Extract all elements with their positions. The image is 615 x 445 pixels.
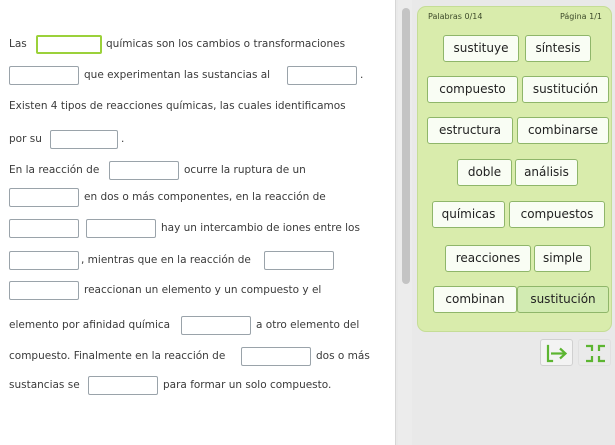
- sentence-text: .: [121, 133, 125, 145]
- blank-13[interactable]: [241, 347, 311, 366]
- fullscreen-button[interactable]: [578, 339, 611, 366]
- sentence-text: elemento por afinidad química: [9, 319, 171, 331]
- word-chip[interactable]: sustitución: [517, 286, 609, 313]
- arrow-right-icon: [546, 344, 568, 363]
- word-chip[interactable]: combinarse: [517, 117, 609, 144]
- sentence-text: por su: [9, 133, 42, 145]
- blank-11[interactable]: [9, 281, 79, 300]
- word-chip[interactable]: compuestos: [509, 201, 605, 228]
- blank-7[interactable]: [9, 219, 79, 238]
- blank-14[interactable]: [88, 376, 158, 395]
- sentence-text: compuesto. Finalmente en la reacción de: [9, 350, 226, 362]
- blank-4[interactable]: [50, 130, 118, 149]
- sentence-text: sustancias se: [9, 379, 80, 391]
- blank-6[interactable]: [9, 188, 79, 207]
- blank-12[interactable]: [181, 316, 251, 335]
- sentence-text: a otro elemento del: [256, 319, 360, 331]
- sentence-text: reaccionan un elemento y un compuesto y …: [84, 284, 322, 296]
- word-chip[interactable]: sustituye: [443, 35, 519, 62]
- word-chip[interactable]: estructura: [427, 117, 513, 144]
- blank-3[interactable]: [287, 66, 357, 85]
- blank-10[interactable]: [264, 251, 334, 270]
- fullscreen-icon: [586, 344, 605, 363]
- sentence-text: ocurre la ruptura de un: [184, 164, 306, 176]
- sentence-text: Existen 4 tipos de reacciones químicas, …: [9, 100, 346, 112]
- sentence-text: para formar un solo compuesto.: [163, 379, 332, 391]
- submit-button[interactable]: [540, 339, 573, 366]
- blank-5[interactable]: [109, 161, 179, 180]
- sentence-text: químicas son los cambios o transformacio…: [106, 38, 346, 50]
- word-chip[interactable]: reacciones: [445, 245, 531, 272]
- word-chip[interactable]: síntesis: [525, 35, 591, 62]
- word-chip[interactable]: simple: [534, 245, 591, 272]
- sentence-text: , mientras que en la reacción de: [81, 254, 251, 266]
- word-chip[interactable]: compuesto: [427, 76, 518, 103]
- sentence-text: en dos o más componentes, en la reacción…: [84, 191, 326, 203]
- sentence-text: hay un intercambio de iones entre los: [161, 222, 360, 234]
- page-indicator: Página 1/1: [559, 12, 602, 21]
- text-panel: Las químicas son los cambios o transform…: [0, 0, 396, 445]
- blank-1[interactable]: [36, 35, 102, 54]
- sentence-text: Las: [9, 38, 27, 50]
- word-bank-panel: Palabras 0/14 Página 1/1 sustituye sínte…: [417, 6, 612, 332]
- sentence-text: dos o más: [316, 350, 370, 362]
- sentence-text: que experimentan las sustancias al: [84, 69, 271, 81]
- word-chip[interactable]: análisis: [515, 159, 578, 186]
- scrollbar-thumb[interactable]: [402, 8, 410, 284]
- word-chip[interactable]: combinan: [433, 286, 517, 313]
- word-chip[interactable]: sustitución: [522, 76, 609, 103]
- blank-8[interactable]: [86, 219, 156, 238]
- blank-2[interactable]: [9, 66, 79, 85]
- word-chip[interactable]: doble: [457, 159, 512, 186]
- sentence-text: .: [360, 69, 364, 81]
- word-chip[interactable]: químicas: [432, 201, 505, 228]
- sentence-text: En la reacción de: [9, 164, 100, 176]
- blank-9[interactable]: [9, 251, 79, 270]
- word-count: Palabras 0/14: [428, 12, 483, 21]
